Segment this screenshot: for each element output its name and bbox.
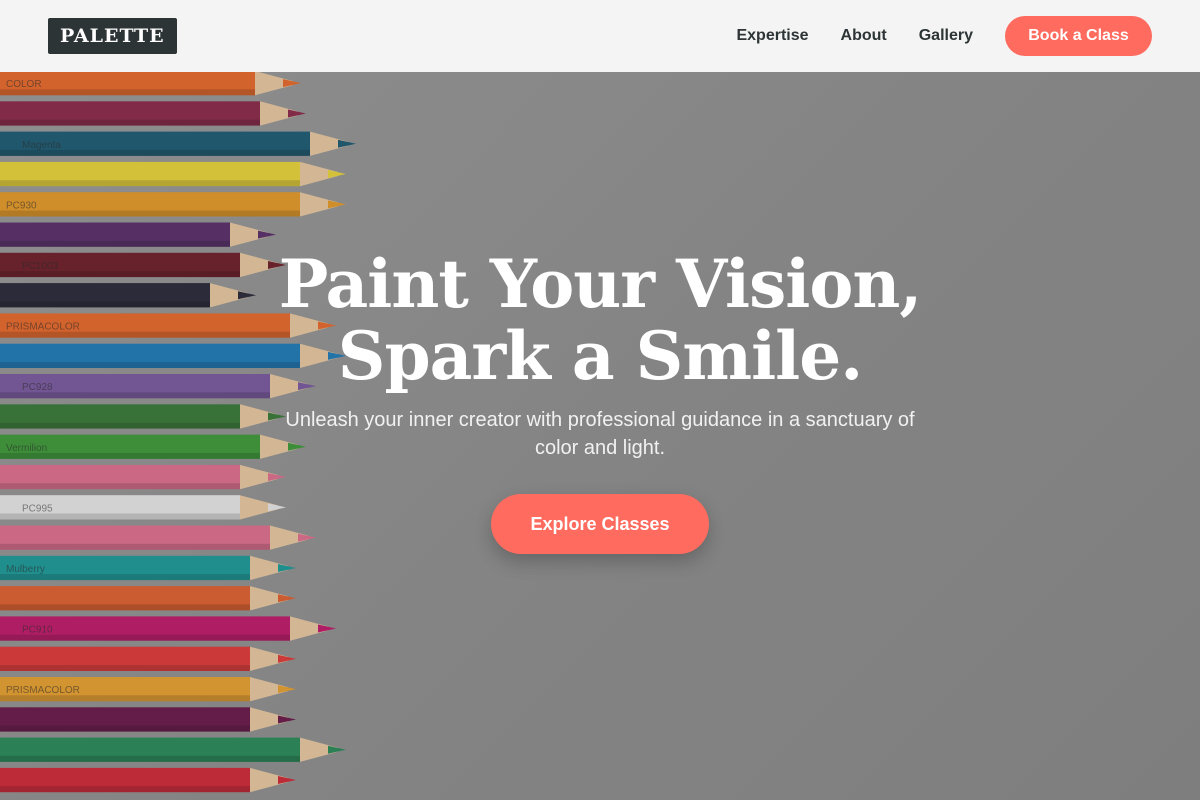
explore-classes-button[interactable]: Explore Classes bbox=[491, 494, 709, 554]
hero-headline-line2: Spark a Smile. bbox=[337, 317, 863, 395]
site-header: PALETTE Expertise About Gallery Book a C… bbox=[0, 0, 1200, 72]
nav-link-about[interactable]: About bbox=[841, 27, 887, 45]
hero-headline: Paint Your Vision, Spark a Smile. bbox=[0, 248, 1200, 392]
book-class-button[interactable]: Book a Class bbox=[1005, 16, 1152, 56]
hero-headline-line1: Paint Your Vision, bbox=[278, 245, 923, 323]
hero-content: Paint Your Vision, Spark a Smile. Unleas… bbox=[0, 72, 1200, 800]
hero-section: COLOR Magenta PC930 PC1003 PRISMACOLOR PC928 V… bbox=[0, 72, 1200, 800]
logo[interactable]: PALETTE bbox=[48, 18, 177, 54]
nav-link-expertise[interactable]: Expertise bbox=[736, 27, 808, 45]
hero-subtitle: Unleash your inner creator with professi… bbox=[260, 406, 940, 462]
main-nav: Expertise About Gallery Book a Class bbox=[736, 16, 1152, 56]
hero-subtitle-line2: color and light. bbox=[534, 437, 666, 459]
nav-link-gallery[interactable]: Gallery bbox=[919, 27, 973, 45]
hero-subtitle-line1: Unleash your inner creator with professi… bbox=[285, 409, 915, 431]
